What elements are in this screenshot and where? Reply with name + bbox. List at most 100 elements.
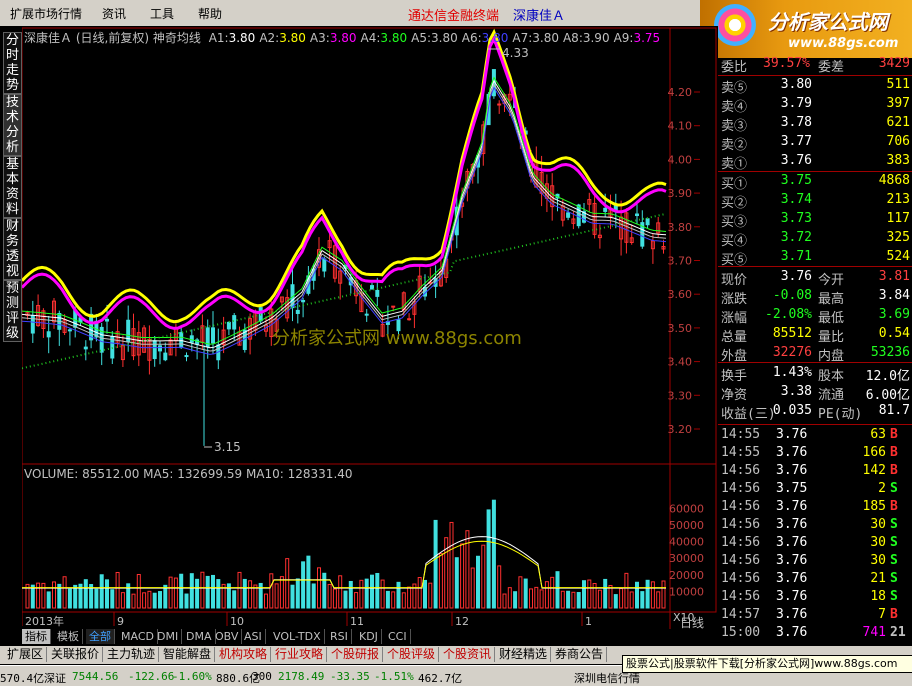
indicator-tab-macd[interactable]: MACD xyxy=(118,629,158,644)
indicator-tab-obv[interactable]: OBV xyxy=(212,629,243,644)
toolbar-button-10[interactable]: 券商公告 xyxy=(552,647,608,662)
tick-side: S xyxy=(890,517,898,532)
fundamental-row: 换手 1.43% 股本 12.0亿 xyxy=(718,365,912,384)
fundamental-label: 收益(三) xyxy=(721,407,776,422)
fundamental-label: 净资 xyxy=(721,388,748,403)
volume-bar xyxy=(46,591,51,609)
order-diff-label: 委差 xyxy=(818,60,845,75)
ask-price: 3.77 xyxy=(780,134,812,149)
stat-label: 最高 xyxy=(818,292,845,307)
tick-row: 14:56 3.76 30 S xyxy=(718,535,912,553)
ask-row[interactable]: 卖② 3.77 706 xyxy=(718,134,912,153)
volume-bar xyxy=(105,579,109,609)
bid-volume: 325 xyxy=(886,230,910,245)
indicator-tab-cci[interactable]: CCI xyxy=(385,629,411,644)
volume-bar xyxy=(370,574,374,609)
menu-item-extended-market[interactable]: 扩展市场行情 xyxy=(10,5,82,22)
side-tab-basic-info[interactable]: 基本资料 xyxy=(3,156,22,218)
tick-row: 14:56 3.75 2 S xyxy=(718,481,912,499)
ask-row[interactable]: 卖④ 3.79 397 xyxy=(718,96,912,115)
toolbar-button-8[interactable]: 个股资讯 xyxy=(440,647,496,662)
tick-row: 14:56 3.76 21 S xyxy=(718,571,912,589)
indicator-name: 神奇均线 xyxy=(152,31,201,45)
side-tab-technical[interactable]: 技术分析 xyxy=(3,94,22,156)
flower-logo-icon xyxy=(714,4,756,46)
bid-row[interactable]: 买④ 3.72 325 xyxy=(718,230,912,249)
tick-time: 14:56 xyxy=(721,481,761,496)
volume-tick-label: 40000 xyxy=(669,536,704,549)
menu-item-news[interactable]: 资讯 xyxy=(102,5,126,22)
tick-volume: 7 xyxy=(878,607,886,622)
menu-item-help[interactable]: 帮助 xyxy=(198,5,222,22)
indicator-tab-指标[interactable]: 指标 xyxy=(22,629,51,644)
stat-value: 3.81 xyxy=(878,269,910,284)
menu-item-tools[interactable]: 工具 xyxy=(150,5,174,22)
toolbar-button-9[interactable]: 财经精选 xyxy=(496,647,552,662)
ask-label: 卖① xyxy=(721,157,748,172)
ask-label: 卖④ xyxy=(721,100,748,115)
bid-volume: 4868 xyxy=(878,173,910,188)
candle-body xyxy=(375,289,380,297)
candle-body xyxy=(226,321,231,330)
bid-label: 买③ xyxy=(721,215,748,230)
candle-body xyxy=(211,327,215,344)
ask-row[interactable]: 卖③ 3.78 621 xyxy=(718,115,912,134)
toolbar-button-7[interactable]: 个股评级 xyxy=(384,647,440,662)
tick-price: 3.76 xyxy=(776,589,808,604)
indicator-param-1: A1:3.80 xyxy=(209,31,256,45)
indicator-tab-模板[interactable]: 模板 xyxy=(54,629,83,644)
volume-bar xyxy=(343,590,348,609)
tick-time: 14:56 xyxy=(721,589,761,604)
indicator-tab-rsi[interactable]: RSI xyxy=(327,629,352,644)
kline-chart[interactable]: 4.20 4.10 4.00 3.90 3.80 3.70 3.60 3.50 3.40 3.30… xyxy=(22,26,718,629)
ask-row[interactable]: 卖① 3.76 383 xyxy=(718,153,912,172)
tick-row: 14:56 3.76 30 S xyxy=(718,553,912,571)
toolbar-button-5[interactable]: 行业攻略 xyxy=(272,647,328,662)
stat-row: 涨跌 -0.08 最高 3.84 xyxy=(718,288,912,307)
volume-bar xyxy=(613,594,618,609)
candle-body xyxy=(322,258,327,272)
param-label: A1: xyxy=(208,31,229,45)
toolbar-button-3[interactable]: 智能解盘 xyxy=(160,647,216,662)
bid-label: 买② xyxy=(721,196,748,211)
side-tab-forecast[interactable]: 预测评级 xyxy=(3,280,22,342)
param-label: A2: xyxy=(259,31,280,45)
ask-row[interactable]: 卖⑤ 3.80 511 xyxy=(718,77,912,96)
bid-row[interactable]: 买③ 3.73 117 xyxy=(718,211,912,230)
toolbar-button-6[interactable]: 个股研报 xyxy=(328,647,384,662)
stat-value: 3.76 xyxy=(780,269,812,284)
indicator-tab-dma[interactable]: DMA xyxy=(183,629,216,644)
side-tab-financials[interactable]: 财务透视 xyxy=(3,218,22,280)
tick-volume: 741 xyxy=(862,625,886,640)
volume-bar xyxy=(242,578,247,609)
bid-row[interactable]: 买① 3.75 4868 xyxy=(718,173,912,192)
volume-bar xyxy=(158,591,162,609)
tick-side: S xyxy=(890,535,898,550)
indicator-tab-asi[interactable]: ASI xyxy=(241,629,266,644)
period-selector[interactable]: 日线 xyxy=(680,614,704,631)
bid-row[interactable]: 买② 3.74 213 xyxy=(718,192,912,211)
toolbar-button-1[interactable]: 关联报价 xyxy=(48,647,104,662)
stat-label: 量比 xyxy=(818,330,845,345)
indicator-tab-dmi[interactable]: DMI xyxy=(154,629,183,644)
bid-row[interactable]: 买⑤ 3.71 524 xyxy=(718,249,912,268)
watermark-text: 分析家公式网 www.88gs.com xyxy=(272,328,522,349)
indicator-tab-kdj[interactable]: KDJ xyxy=(356,629,382,644)
toolbar-button-2[interactable]: 主力轨迹 xyxy=(104,647,160,662)
ad-popup[interactable]: 股票公式|股票软件下载[分析家公式网]www.88gs.com xyxy=(622,655,912,673)
volume-bar xyxy=(486,509,491,609)
volume-bar xyxy=(348,580,353,609)
tick-side: 21 xyxy=(890,625,906,640)
toolbar-button-4[interactable]: 机构攻略 xyxy=(216,647,272,662)
indicator-tab-全部[interactable]: 全部 xyxy=(86,629,115,644)
tick-time: 14:56 xyxy=(721,535,761,550)
bid-volume: 117 xyxy=(886,211,910,226)
indicator-tab-vol-tdx[interactable]: VOL-TDX xyxy=(270,629,325,644)
tick-time: 14:56 xyxy=(721,517,761,532)
tick-price: 3.76 xyxy=(776,625,808,640)
toolbar-button-0[interactable]: 扩展区 xyxy=(4,647,48,662)
side-tab-intraday[interactable]: 分时走势 xyxy=(3,32,22,94)
status-300-change: -33.35 xyxy=(330,670,370,683)
app-brand-title: 通达信金融终端 xyxy=(408,9,500,24)
volume-bar xyxy=(184,593,189,609)
